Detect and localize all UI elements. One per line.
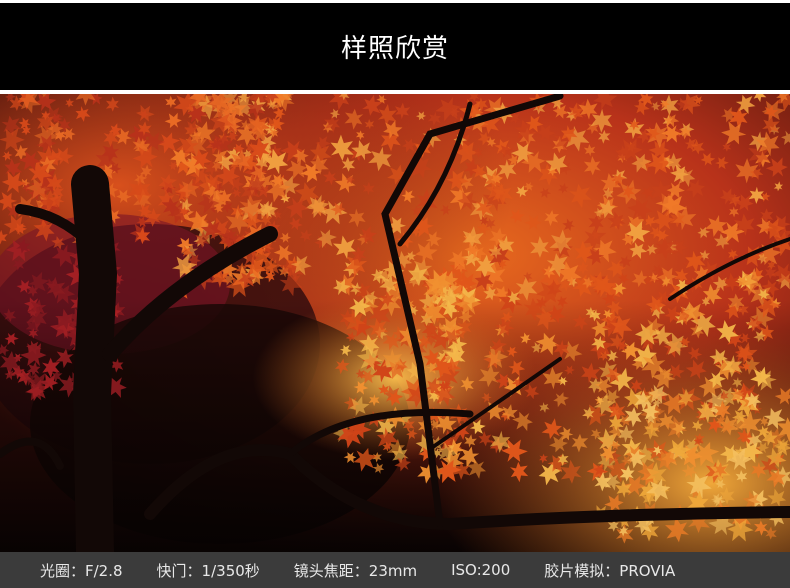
exif-aperture: 光圈：F/2.8 [40,561,123,580]
sample-photo [0,94,790,552]
autumn-maple-photo-image [0,94,790,552]
header-bar: 样照欣赏 [0,3,790,90]
exif-film-simulation: 胶片模拟：PROVIA [544,561,676,580]
exif-iso: ISO:200 [451,561,511,579]
exif-info-bar: 光圈：F/2.8 快门：1/350秒 镜头焦距：23mm ISO:200 胶片模… [0,552,790,588]
exif-focal-length: 镜头焦距：23mm [293,561,418,580]
exif-shutter: 快门：1/350秒 [156,561,260,580]
page-title: 样照欣赏 [340,34,449,64]
